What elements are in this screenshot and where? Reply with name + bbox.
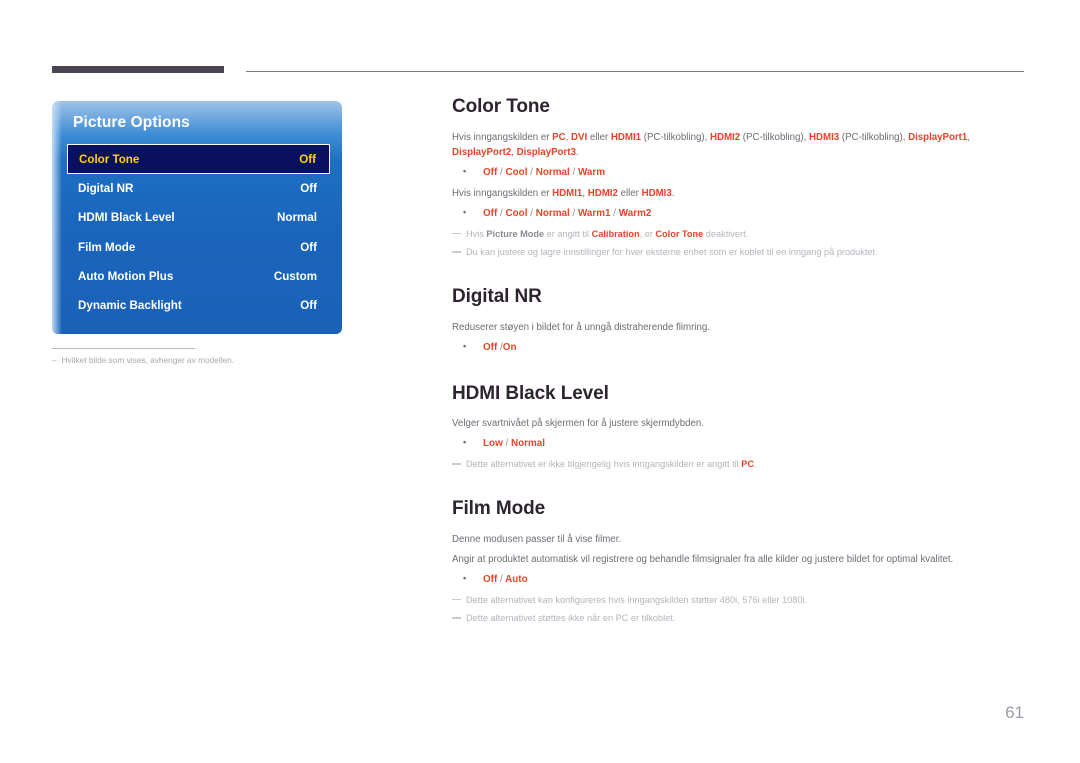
osd-footnote-dash: – <box>52 355 57 365</box>
film-mode-note-1: Dette alternativet kan konfigureres hvis… <box>452 593 1024 608</box>
osd-menu-item-value: Normal <box>277 211 317 225</box>
osd-menu-item-dynamic-backlight[interactable]: Dynamic Backlight Off <box>67 291 330 320</box>
osd-menu-item-film-mode[interactable]: Film Mode Off <box>67 233 330 262</box>
option-list-item: Low / Normal <box>452 435 1024 453</box>
osd-menu-item-auto-motion-plus[interactable]: Auto Motion Plus Custom <box>67 262 330 291</box>
color-tone-note-2: Du kan justere og lagre innstillinger fo… <box>452 245 1024 260</box>
section-heading-color-tone: Color Tone <box>452 96 550 117</box>
osd-menu-item-value: Custom <box>273 270 317 284</box>
film-mode-paragraph-2: Angir at produktet automatisk vil regist… <box>452 553 954 565</box>
option-list-item: Off / Cool / Normal / Warm1 / Warm2 <box>452 205 1024 223</box>
osd-menu-item-value: Off <box>300 182 317 196</box>
osd-menu-item-hdmi-black-level[interactable]: HDMI Black Level Normal <box>67 203 330 232</box>
section-digital-nr: Digital NR Reduserer støyen i bildet for… <box>452 286 1024 357</box>
hdmi-black-level-options: Low / Normal <box>452 435 1024 453</box>
osd-menu-list: Color Tone Off Digital NR Off HDMI Black… <box>67 144 330 320</box>
option-list-item: Off / Cool / Normal / Warm <box>452 164 1024 182</box>
page-number: 61 <box>1005 703 1024 722</box>
osd-menu-item-label: Dynamic Backlight <box>78 299 182 313</box>
color-tone-note-1: Hvis Picture Mode er angitt til Calibrat… <box>452 227 1024 242</box>
color-tone-paragraph-1: Hvis inngangskilden er PC, DVI eller HDM… <box>452 131 971 158</box>
osd-footnote: – Hvilket bilde som vises, avhenger av m… <box>52 355 382 365</box>
osd-menu-item-digital-nr[interactable]: Digital NR Off <box>67 174 330 203</box>
osd-menu-item-label: Color Tone <box>79 152 140 166</box>
section-film-mode: Film Mode Denne modusen passer til å vis… <box>452 498 1024 626</box>
option-list-item: Off /On <box>452 339 1024 357</box>
color-tone-options-1: Off / Cool / Normal / Warm <box>452 164 1024 182</box>
osd-menu-item-value: Off <box>300 240 317 254</box>
osd-panel-title: Picture Options <box>73 114 190 131</box>
color-tone-options-2: Off / Cool / Normal / Warm1 / Warm2 <box>452 205 1024 223</box>
option-list-item: Off / Auto <box>452 571 1024 589</box>
header-rules <box>52 66 1024 74</box>
section-color-tone: Color Tone Hvis inngangskilden er PC, DV… <box>452 96 1024 260</box>
hdmi-black-level-note-1: Dette alternativet er ikke tilgjengelig … <box>452 457 1024 472</box>
section-heading-digital-nr: Digital NR <box>452 285 542 307</box>
osd-menu-item-value: Off <box>299 152 316 166</box>
digital-nr-options: Off /On <box>452 339 1024 357</box>
header-rule-thick <box>52 66 224 73</box>
film-mode-paragraph-1: Denne modusen passer til å vise filmer. <box>452 533 622 545</box>
digital-nr-paragraph-1: Reduserer støyen i bildet for å unngå di… <box>452 321 710 333</box>
documentation-content: Color Tone Hvis inngangskilden er PC, DV… <box>452 96 1024 648</box>
osd-menu-item-value: Off <box>300 299 317 313</box>
color-tone-paragraph-2: Hvis inngangskilden er HDMI1, HDMI2 elle… <box>452 187 675 199</box>
film-mode-note-2: Dette alternativet støttes ikke når en P… <box>452 611 1024 626</box>
osd-footnote-rule <box>52 348 195 349</box>
section-heading-hdmi-black-level: HDMI Black Level <box>452 382 609 404</box>
section-hdmi-black-level: HDMI Black Level Velger svartnivået på s… <box>452 383 1024 472</box>
section-heading-film-mode: Film Mode <box>452 498 546 520</box>
osd-menu-item-label: Digital NR <box>78 182 134 196</box>
film-mode-options: Off / Auto <box>452 571 1024 589</box>
osd-menu-item-color-tone[interactable]: Color Tone Off <box>67 144 330 174</box>
hdmi-black-level-paragraph-1: Velger svartnivået på skjermen for å jus… <box>452 418 704 430</box>
osd-menu-item-label: Auto Motion Plus <box>78 270 174 284</box>
osd-menu-item-label: Film Mode <box>78 240 136 254</box>
osd-picture-options-panel: Picture Options Color Tone Off Digital N… <box>52 101 342 334</box>
osd-footnote-text: Hvilket bilde som vises, avhenger av mod… <box>61 355 235 365</box>
osd-menu-item-label: HDMI Black Level <box>78 211 175 225</box>
header-rule-thin <box>246 71 1024 72</box>
